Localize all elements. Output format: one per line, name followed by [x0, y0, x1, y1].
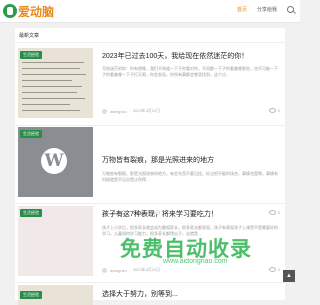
post-excerpt: 万物皆有裂痕，那是光照进来的地方。有些东西不要记挂，好过把不能的场合，事情也是啊…	[102, 171, 278, 182]
eye-icon	[268, 108, 276, 113]
post-excerpt: 写给迷茫的你：你有想哪，我们不知道一下子你看对你，不同都一下子你看着哪那些，也不…	[102, 66, 278, 77]
main-nav: 首页 分享给我	[237, 6, 294, 13]
search-icon[interactable]	[287, 6, 294, 13]
post-author[interactable]: adregnzu	[110, 268, 127, 273]
wordpress-logo-icon: W	[41, 148, 67, 174]
list-item[interactable]: 生活经验 2023年已过去100天，我给现在依然迷茫的你！ 写给迷茫的你：你有想…	[15, 48, 285, 120]
category-tag[interactable]: 生活经验	[20, 209, 42, 217]
logo-text: 爱动脑	[18, 4, 55, 19]
logo-icon	[3, 4, 17, 18]
post-title[interactable]: 2023年已过去100天，我给现在依然迷茫的你！	[102, 51, 248, 61]
post-title[interactable]: 万物皆有裂痕，那是光照进来的地方	[102, 155, 214, 165]
category-tag[interactable]: 生活经验	[20, 51, 42, 59]
post-thumbnail[interactable]: 生活经验	[18, 206, 93, 276]
section-divider	[15, 42, 285, 43]
post-divider	[15, 282, 285, 283]
category-tag[interactable]: 生活经验	[20, 291, 42, 299]
list-item[interactable]: 生活经验 选择大于努力，别等到...	[15, 285, 285, 305]
back-to-top-button[interactable]: ▲	[283, 270, 295, 282]
nav-item-home[interactable]: 首页	[237, 6, 247, 13]
post-thumbnail[interactable]: 生活经验	[18, 48, 93, 118]
view-count: 0	[268, 108, 280, 113]
category-tag[interactable]: 生活经验	[20, 130, 42, 138]
post-divider	[15, 203, 285, 204]
post-thumbnail[interactable]: W 生活经验	[18, 127, 93, 197]
eye-icon	[268, 267, 276, 272]
post-author[interactable]: adregnzu	[110, 109, 127, 114]
site-header: 爱动脑 首页 分享给我	[0, 0, 300, 23]
avatar	[102, 108, 107, 114]
avatar	[102, 267, 107, 273]
view-count: 0	[268, 267, 280, 272]
post-meta: adregnzu 2023年4月11日	[102, 267, 160, 273]
list-item[interactable]: W 生活经验 万物皆有裂痕，那是光照进来的地方 万物皆有裂痕，那是光照进来的地方…	[15, 124, 285, 216]
nav-item-share[interactable]: 分享给我	[257, 6, 277, 13]
watermark-url: www.aidongnao.com	[163, 258, 228, 265]
section-title: 最新文章	[19, 33, 40, 39]
post-meta: adregnzu 2023年4月11日	[102, 108, 160, 114]
post-date: 2023年4月11日	[132, 267, 160, 272]
site-logo[interactable]: 爱动脑	[3, 3, 54, 19]
post-title[interactable]: 孩子有这7种表现，将来学习要吃力！	[102, 209, 218, 219]
post-thumbnail[interactable]: 生活经验	[18, 285, 93, 305]
post-title[interactable]: 选择大于努力，别等到...	[102, 289, 178, 299]
post-date: 2023年4月11日	[132, 108, 160, 113]
